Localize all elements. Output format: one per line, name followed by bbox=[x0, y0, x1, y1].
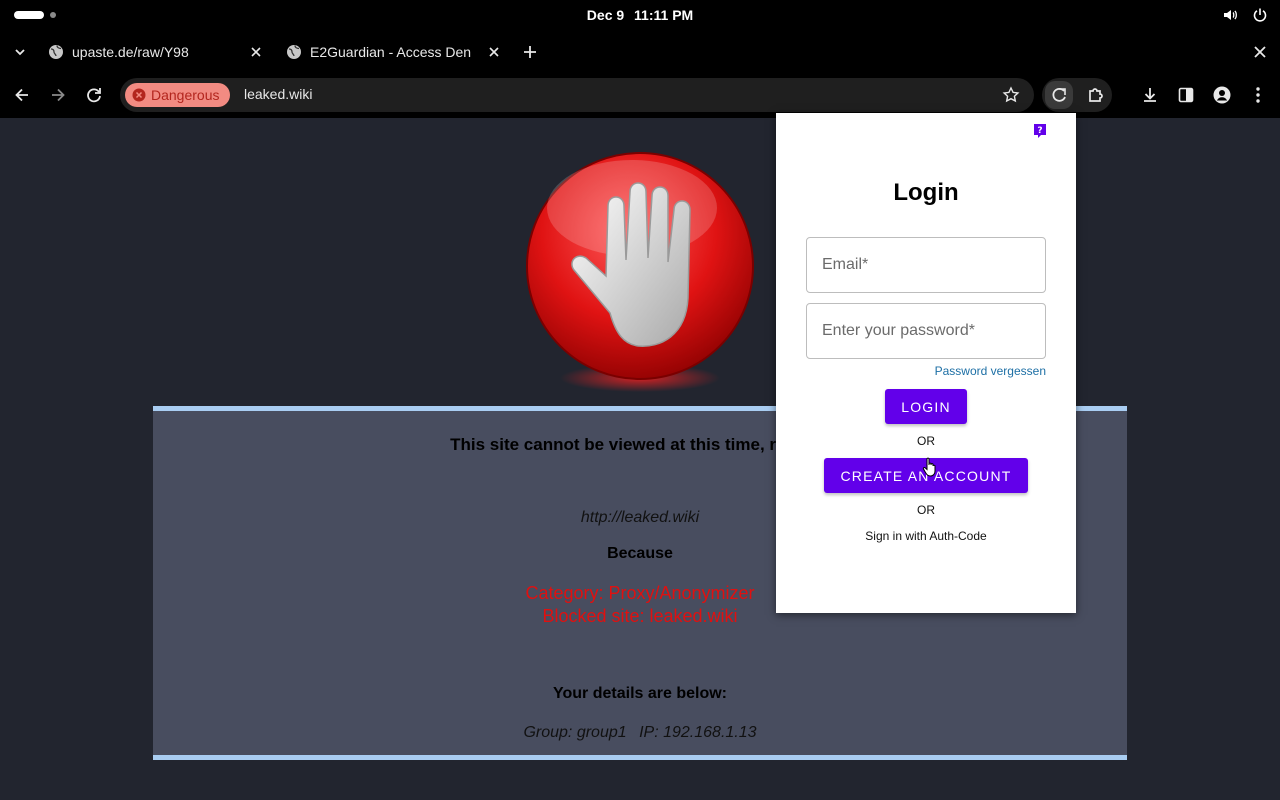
login-title: Login bbox=[893, 179, 959, 206]
tab-title: upaste.de/raw/Y98 bbox=[72, 44, 189, 60]
download-icon[interactable] bbox=[1140, 85, 1160, 105]
stop-hand-icon bbox=[526, 152, 754, 392]
clock-date: Dec 9 bbox=[586, 7, 625, 23]
login-button[interactable]: LOGIN bbox=[885, 389, 967, 424]
system-top-bar: Dec 9 11:11 PM bbox=[0, 0, 1280, 32]
danger-icon bbox=[132, 88, 146, 102]
reload-icon[interactable] bbox=[84, 85, 104, 105]
group-value: Group: group1 bbox=[523, 724, 627, 741]
system-clock[interactable]: Dec 9 11:11 PM bbox=[0, 7, 1280, 23]
svg-text:?: ? bbox=[1037, 126, 1042, 136]
ip-value: IP: 192.168.1.13 bbox=[639, 724, 757, 741]
security-chip[interactable]: Dangerous bbox=[125, 83, 230, 107]
extension-icon[interactable] bbox=[1045, 81, 1073, 109]
toolbar: Dangerous leaked.wiki bbox=[0, 72, 1280, 118]
or-separator: OR bbox=[917, 503, 935, 517]
close-icon[interactable] bbox=[248, 44, 264, 60]
globe-icon bbox=[287, 45, 301, 59]
plus-icon[interactable] bbox=[520, 42, 540, 62]
extensions-group bbox=[1042, 78, 1112, 112]
back-icon[interactable] bbox=[12, 85, 32, 105]
profile-icon[interactable] bbox=[1212, 85, 1232, 105]
tab-upaste[interactable]: upaste.de/raw/Y98 bbox=[48, 36, 272, 68]
star-icon[interactable] bbox=[1002, 86, 1020, 104]
tab-e2guardian[interactable]: E2Guardian - Access Den bbox=[286, 36, 506, 68]
side-panel-icon[interactable] bbox=[1176, 85, 1196, 105]
password-input[interactable] bbox=[807, 304, 1045, 358]
help-icon[interactable]: ? bbox=[1032, 123, 1048, 139]
globe-icon bbox=[49, 45, 63, 59]
volume-icon[interactable] bbox=[1222, 7, 1238, 23]
security-chip-label: Dangerous bbox=[151, 87, 220, 103]
user-details: Group: group1 IP: 192.168.1.13 bbox=[153, 724, 1127, 742]
details-label: Your details are below: bbox=[553, 685, 727, 702]
forgot-password-link[interactable]: Password vergessen bbox=[935, 364, 1046, 378]
close-icon[interactable] bbox=[1250, 42, 1270, 62]
tab-strip: upaste.de/raw/Y98 E2Guardian - Access De… bbox=[0, 32, 1280, 72]
tab-title: E2Guardian - Access Den bbox=[310, 44, 472, 60]
power-icon[interactable] bbox=[1252, 7, 1268, 23]
hand-cursor-icon bbox=[922, 457, 936, 477]
menu-icon[interactable] bbox=[1248, 85, 1268, 105]
url-text[interactable]: leaked.wiki bbox=[244, 86, 312, 102]
clock-time: 11:11 PM bbox=[634, 7, 694, 23]
auth-code-link[interactable]: Sign in with Auth-Code bbox=[776, 529, 1076, 543]
tab-list-icon[interactable] bbox=[10, 42, 30, 62]
password-field[interactable] bbox=[806, 303, 1046, 359]
forward-icon[interactable] bbox=[48, 85, 68, 105]
email-field[interactable] bbox=[806, 237, 1046, 293]
address-bar[interactable]: Dangerous leaked.wiki bbox=[120, 78, 1034, 112]
puzzle-icon[interactable] bbox=[1086, 85, 1106, 105]
close-icon[interactable] bbox=[486, 44, 502, 60]
login-popup: ? Login Password vergessen LOGIN OR CREA… bbox=[776, 113, 1076, 613]
email-input[interactable] bbox=[807, 238, 1045, 292]
or-separator: OR bbox=[917, 434, 935, 448]
